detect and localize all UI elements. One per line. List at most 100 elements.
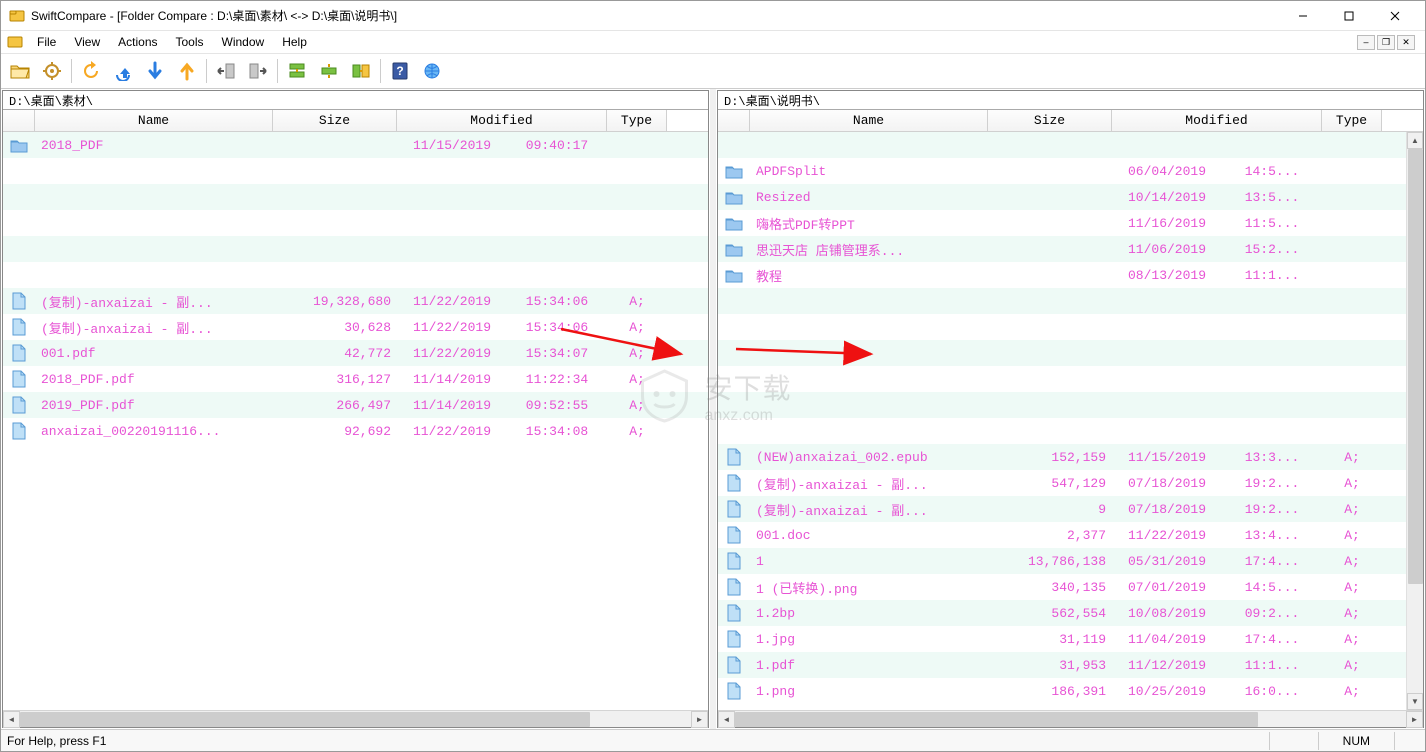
cell-type: A; [1322, 450, 1382, 465]
copy-right-button[interactable] [243, 56, 273, 86]
table-row[interactable]: 001.doc2,37711/22/201913:4...A; [718, 522, 1423, 548]
sync-button[interactable] [346, 56, 376, 86]
web-button[interactable] [417, 56, 447, 86]
down-arrow-button[interactable] [140, 56, 170, 86]
table-row[interactable]: Resized10/14/201913:5... [718, 184, 1423, 210]
maximize-button[interactable] [1326, 1, 1371, 31]
table-row[interactable] [3, 210, 708, 236]
table-row[interactable] [3, 236, 708, 262]
menu-tools[interactable]: Tools [168, 33, 212, 51]
scroll-thumb[interactable] [1408, 149, 1423, 584]
scroll-thumb[interactable] [20, 712, 590, 727]
scroll-right-button[interactable]: ► [691, 711, 708, 728]
menu-view[interactable]: View [66, 33, 108, 51]
right-vscrollbar[interactable]: ▲ ▼ [1406, 132, 1423, 710]
table-row[interactable]: 2018_PDF11/15/201909:40:17 [3, 132, 708, 158]
table-row[interactable] [718, 366, 1423, 392]
undo-button[interactable] [108, 56, 138, 86]
table-row[interactable] [718, 340, 1423, 366]
left-grid-body[interactable]: 2018_PDF11/15/201909:40:17 (复制)-anxaizai … [3, 132, 708, 710]
right-grid-body[interactable]: APDFSplit06/04/201914:5...Resized10/14/2… [718, 132, 1423, 710]
header-size-col[interactable]: Size [988, 110, 1112, 131]
up-arrow-button[interactable] [172, 56, 202, 86]
cell-modified-date: 11/15/2019 [397, 138, 507, 153]
table-row[interactable]: 113,786,13805/31/201917:4...A; [718, 548, 1423, 574]
scroll-track[interactable] [735, 711, 1406, 728]
table-row[interactable] [718, 288, 1423, 314]
scroll-thumb[interactable] [735, 712, 1258, 727]
toolbar-separator [206, 59, 207, 83]
refresh-button[interactable] [76, 56, 106, 86]
menu-actions[interactable]: Actions [110, 33, 165, 51]
help-button[interactable]: ? [385, 56, 415, 86]
table-row[interactable]: 1.png186,39110/25/201916:0...A; [718, 678, 1423, 704]
table-row[interactable] [718, 392, 1423, 418]
right-hscrollbar[interactable]: ◄ ► [718, 710, 1423, 727]
scroll-up-button[interactable]: ▲ [1407, 132, 1423, 149]
table-row[interactable]: 1 (已转换).png340,13507/01/201914:5...A; [718, 574, 1423, 600]
table-row[interactable] [718, 132, 1423, 158]
left-path-bar[interactable]: D:\桌面\素材\ [3, 91, 708, 110]
close-button[interactable] [1372, 1, 1417, 31]
table-row[interactable]: 001.pdf42,77211/22/201915:34:07A; [3, 340, 708, 366]
table-row[interactable]: 教程08/13/201911:1... [718, 262, 1423, 288]
header-icon-col[interactable] [3, 110, 35, 131]
right-path-bar[interactable]: D:\桌面\说明书\ [718, 91, 1423, 110]
left-hscrollbar[interactable]: ◄ ► [3, 710, 708, 727]
mdi-restore-button[interactable]: ❐ [1377, 35, 1395, 50]
scroll-left-button[interactable]: ◄ [718, 711, 735, 728]
header-icon-col[interactable] [718, 110, 750, 131]
cell-name: 2018_PDF.pdf [35, 372, 273, 387]
collapse-all-button[interactable] [314, 56, 344, 86]
table-row[interactable]: 2018_PDF.pdf316,12711/14/201911:22:34A; [3, 366, 708, 392]
mdi-close-button[interactable]: ✕ [1397, 35, 1415, 50]
header-type-col[interactable]: Type [607, 110, 667, 131]
cell-modified-date: 11/16/2019 [1112, 216, 1222, 231]
table-row[interactable] [718, 314, 1423, 340]
mdi-minimize-button[interactable]: – [1357, 35, 1375, 50]
header-name-col[interactable]: Name [750, 110, 988, 131]
header-name-col[interactable]: Name [35, 110, 273, 131]
header-modified-col[interactable]: Modified [1112, 110, 1322, 131]
pane-splitter[interactable] [710, 89, 716, 729]
menu-window[interactable]: Window [214, 33, 273, 51]
table-row[interactable] [3, 262, 708, 288]
table-row[interactable]: (复制)-anxaizai - 副...19,328,68011/22/2019… [3, 288, 708, 314]
table-row[interactable]: 1.jpg31,11911/04/201917:4...A; [718, 626, 1423, 652]
table-row[interactable]: 思迅天店 店铺管理系...11/06/201915:2... [718, 236, 1423, 262]
cell-name: (复制)-anxaizai - 副... [35, 292, 273, 311]
scroll-track[interactable] [1407, 149, 1423, 693]
folder-icon [718, 216, 750, 231]
cell-size: 92,692 [273, 424, 397, 439]
scroll-right-button[interactable]: ► [1406, 711, 1423, 728]
cell-name: 思迅天店 店铺管理系... [750, 240, 988, 259]
expand-all-button[interactable] [282, 56, 312, 86]
header-size-col[interactable]: Size [273, 110, 397, 131]
minimize-button[interactable] [1280, 1, 1325, 31]
table-row[interactable] [3, 184, 708, 210]
header-type-col[interactable]: Type [1322, 110, 1382, 131]
scroll-track[interactable] [20, 711, 691, 728]
table-row[interactable]: (复制)-anxaizai - 副...547,12907/18/201919:… [718, 470, 1423, 496]
statusbar: For Help, press F1 NUM [1, 729, 1425, 751]
table-row[interactable] [718, 418, 1423, 444]
menu-help[interactable]: Help [274, 33, 315, 51]
table-row[interactable]: APDFSplit06/04/201914:5... [718, 158, 1423, 184]
table-row[interactable]: (NEW)anxaizai_002.epub152,15911/15/20191… [718, 444, 1423, 470]
table-row[interactable]: 1.2bp562,55410/08/201909:2...A; [718, 600, 1423, 626]
scroll-down-button[interactable]: ▼ [1407, 693, 1423, 710]
table-row[interactable]: 嗨格式PDF转PPT11/16/201911:5... [718, 210, 1423, 236]
table-row[interactable]: anxaizai_00220191116...92,69211/22/20191… [3, 418, 708, 444]
table-row[interactable]: 2019_PDF.pdf266,49711/14/201909:52:55A; [3, 392, 708, 418]
cell-type: A; [607, 398, 667, 413]
table-row[interactable]: (复制)-anxaizai - 副...30,62811/22/201915:3… [3, 314, 708, 340]
table-row[interactable]: (复制)-anxaizai - 副...907/18/201919:2...A; [718, 496, 1423, 522]
copy-left-button[interactable] [211, 56, 241, 86]
menu-file[interactable]: File [29, 33, 64, 51]
settings-button[interactable] [37, 56, 67, 86]
scroll-left-button[interactable]: ◄ [3, 711, 20, 728]
table-row[interactable]: 1.pdf31,95311/12/201911:1...A; [718, 652, 1423, 678]
open-folder-button[interactable] [5, 56, 35, 86]
header-modified-col[interactable]: Modified [397, 110, 607, 131]
table-row[interactable] [3, 158, 708, 184]
